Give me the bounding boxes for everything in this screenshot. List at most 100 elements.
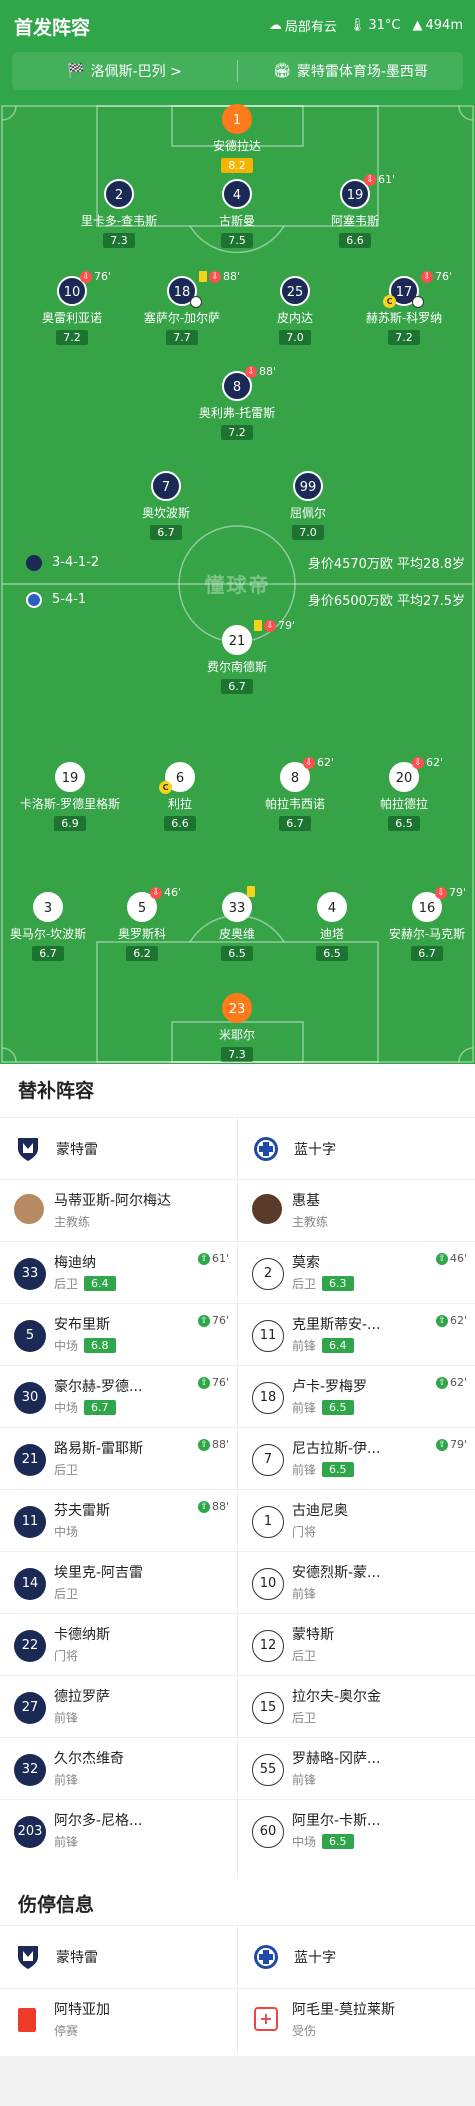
player-name: 阿尔多-尼格...	[54, 1813, 143, 1829]
sub-player-row[interactable]: 27 德拉罗萨 前锋	[0, 1675, 237, 1737]
player-rating: 7.2	[56, 330, 88, 345]
player-number: 7	[252, 1444, 284, 1476]
sub-player-row[interactable]: 7 尼古拉斯-伊... 前锋 6.5 ⇧ 79'	[238, 1427, 475, 1489]
player-number: 21	[222, 625, 252, 655]
referee-link[interactable]: 🏁 洛佩斯-巴列 >	[12, 52, 237, 90]
sub-player-row[interactable]: 55 罗赫略-冈萨... 前锋	[238, 1737, 475, 1799]
sub-player-row[interactable]: 33 梅迪纳 后卫 6.4 ⇧ 61'	[0, 1241, 237, 1303]
player-name: 克里斯蒂安-...	[292, 1317, 381, 1333]
sub-out-icon: ⇩	[80, 270, 92, 283]
sub-in-icon: ⇧	[197, 1438, 210, 1451]
weather-info: ☁ 局部有云 🌡 31°C ▲ 494m	[269, 16, 463, 35]
player-number: 23	[222, 993, 252, 1023]
away-team-logo-icon	[26, 591, 42, 608]
sub-player-row[interactable]: 14 埃里克-阿吉雷 后卫	[0, 1551, 237, 1613]
player-rating: 6.7	[32, 946, 64, 961]
player-number: 19	[55, 762, 85, 792]
thermometer-icon: 🌡	[348, 18, 366, 33]
player-position: 中场	[54, 1339, 79, 1353]
away-player-fernandez[interactable]: 21 ⇩ 79' 费尔南德斯 6.7	[182, 619, 295, 694]
sub-player-row[interactable]: 60 阿里尔-卡斯... 中场 6.5	[238, 1799, 475, 1861]
home-player-andrada[interactable]: 1 安德拉达 8.2	[182, 104, 292, 173]
sub-player-row[interactable]: 21 路易斯-雷耶斯 后卫 ⇧ 88'	[0, 1427, 237, 1489]
home-team-header[interactable]: 蒙特雷	[0, 1117, 237, 1179]
injury-home-team[interactable]: 蒙特雷	[0, 1926, 237, 1988]
sub-in-marker: ⇧ 61'	[197, 1252, 229, 1265]
venue-info: 🏟 蒙特雷体育场-墨西哥	[238, 52, 463, 90]
sub-player-row[interactable]: 30 豪尔赫-罗德... 中场 6.7 ⇧ 76'	[0, 1365, 237, 1427]
away-player-lira[interactable]: 6C 利拉 6.6	[125, 762, 235, 831]
sub-player-row[interactable]: 32 久尔杰维奇 前锋	[0, 1737, 237, 1799]
sub-in-icon: ⇧	[197, 1314, 210, 1327]
team-name: 蓝十字	[294, 1950, 336, 1966]
away-player-marquez[interactable]: 16 ⇩ 79' 安赫尔-马克斯 6.7	[372, 886, 475, 961]
sub-player-row[interactable]: 203 阿尔多-尼格... 前锋	[0, 1799, 237, 1861]
away-player-ditta[interactable]: 4 迪塔 6.5	[277, 892, 387, 961]
player-position: 前锋	[54, 1835, 79, 1849]
away-player-rodriguez[interactable]: 19 卡洛斯-罗德里格斯 6.9	[15, 762, 125, 831]
player-name: 拉尔夫-奥尔金	[292, 1689, 382, 1705]
match-header: 首发阵容 ☁ 局部有云 🌡 31°C ▲ 494m 🏁 洛佩斯-巴列 > 🏟 蒙特雷体…	[0, 0, 475, 104]
home-player-guzman[interactable]: 4 古斯曼 7.5	[182, 179, 292, 248]
player-name: 里卡多-查韦斯	[80, 214, 158, 228]
sub-in-icon: ⇧	[197, 1376, 210, 1389]
home-subs-column: 蒙特雷 马蒂亚斯-阿尔梅达 主教练 33 梅迪纳 后卫 6.4 ⇧ 61' 5 安布…	[0, 1117, 237, 1861]
sub-player-row[interactable]: 12 蒙特斯 后卫	[238, 1613, 475, 1675]
player-name: 奥雷利亚诺	[41, 311, 102, 325]
home-player-cesar-garza[interactable]: 18 ● ⇩ 88' 塞萨尔-加尔萨 7.7	[127, 270, 240, 345]
sub-out-icon: ⇩	[364, 173, 376, 186]
cruz-azul-logo-icon	[254, 1945, 278, 1969]
home-player-pineda[interactable]: 25 皮内达 7.0	[240, 276, 350, 345]
away-coach[interactable]: 惠基 主教练	[238, 1179, 475, 1241]
mountain-icon: ▲	[412, 18, 423, 33]
sub-player-row[interactable]: 2 莫索 后卫 6.3 ⇧ 46'	[238, 1241, 475, 1303]
yellow-card-icon	[247, 886, 255, 897]
player-number: 18	[252, 1382, 284, 1414]
sub-player-row[interactable]: 18 卢卡-罗梅罗 前锋 6.5 ⇧ 62'	[238, 1365, 475, 1427]
sub-in-icon: ⇧	[435, 1438, 448, 1451]
sub-in-marker: ⇧ 88'	[197, 1438, 229, 1451]
player-rating: 6.2	[126, 946, 158, 961]
player-name: 奥利弗-托雷斯	[198, 406, 276, 420]
sub-out-marker: ⇩ 79'	[254, 619, 295, 632]
home-coach[interactable]: 马蒂亚斯-阿尔梅达 主教练	[0, 1179, 237, 1241]
away-player-piovi[interactable]: 33 皮奥维 6.5	[182, 886, 292, 961]
player-number: 30	[14, 1382, 46, 1414]
home-player-chavez[interactable]: 2 里卡多-查韦斯 7.3	[64, 179, 174, 248]
home-player-ocampos[interactable]: 7 奥坎波斯 6.7	[111, 471, 221, 540]
injury-home-player[interactable]: 阿特亚加 停赛	[0, 1989, 237, 2051]
captain-icon: C	[383, 295, 396, 308]
player-rating: 7.0	[279, 330, 311, 345]
home-player-corona[interactable]: 17 C ● ⇩ 76' 赫苏斯-科罗纳 7.2	[349, 270, 459, 345]
player-name: 利拉	[167, 797, 192, 811]
sub-player-row[interactable]: 11 芬夫雷斯 中场 ⇧ 88'	[0, 1489, 237, 1551]
player-position: 中场	[292, 1835, 317, 1849]
player-rating: 6.5	[322, 1400, 354, 1415]
home-player-kuepper[interactable]: 99 屈佩尔 7.0	[253, 471, 363, 540]
player-number: 27	[14, 1692, 46, 1724]
yellow-card-icon	[199, 271, 207, 282]
sub-player-row[interactable]: 15 拉尔夫-奥尔金 后卫	[238, 1675, 475, 1737]
sub-player-row[interactable]: 22 卡德纳斯 门将	[0, 1613, 237, 1675]
player-name: 芬夫雷斯	[54, 1503, 110, 1519]
away-player-orozco[interactable]: 5 ⇩ 46' 奥罗斯科 6.2	[87, 886, 197, 961]
injury-away-team[interactable]: 蓝十字	[238, 1926, 475, 1988]
away-player-mier[interactable]: 23 米耶尔 7.3	[182, 993, 292, 1062]
injury-away-player[interactable]: + 阿毛里-莫拉莱斯 受伤	[238, 1989, 475, 2051]
coach-avatar	[14, 1194, 44, 1224]
sub-in-icon: ⇧	[435, 1314, 448, 1327]
player-rating: 6.6	[164, 816, 196, 831]
home-player-oliver-torres[interactable]: 8 ⇩ 88' 奥利弗-托雷斯 7.2	[182, 365, 292, 440]
medical-cross-icon: +	[254, 2007, 278, 2031]
sub-player-row[interactable]: 1 古迪尼奥 门将	[238, 1489, 475, 1551]
sub-player-row[interactable]: 5 安布里斯 中场 6.8 ⇧ 76'	[0, 1303, 237, 1365]
away-player-paravecino[interactable]: 8 ⇩ 62' 帕拉韦西诺 6.7	[240, 756, 350, 831]
away-team-header[interactable]: 蓝十字	[238, 1117, 475, 1179]
sub-player-row[interactable]: 10 安德烈斯-蒙... 前锋	[238, 1551, 475, 1613]
sub-player-row[interactable]: 11 克里斯蒂安-... 前锋 6.4 ⇧ 62'	[238, 1303, 475, 1365]
sub-out-icon: ⇩	[245, 365, 257, 378]
away-player-paradela[interactable]: 20 ⇩ 62' 帕拉德拉 6.5	[349, 756, 459, 831]
home-player-aceves[interactable]: 19 ⇩ 61' 阿塞韦斯 6.6	[300, 173, 410, 248]
home-player-aureliano[interactable]: 10 ⇩ 76' 奥雷利亚诺 7.2	[17, 270, 127, 345]
player-position: 后卫	[292, 1711, 317, 1725]
